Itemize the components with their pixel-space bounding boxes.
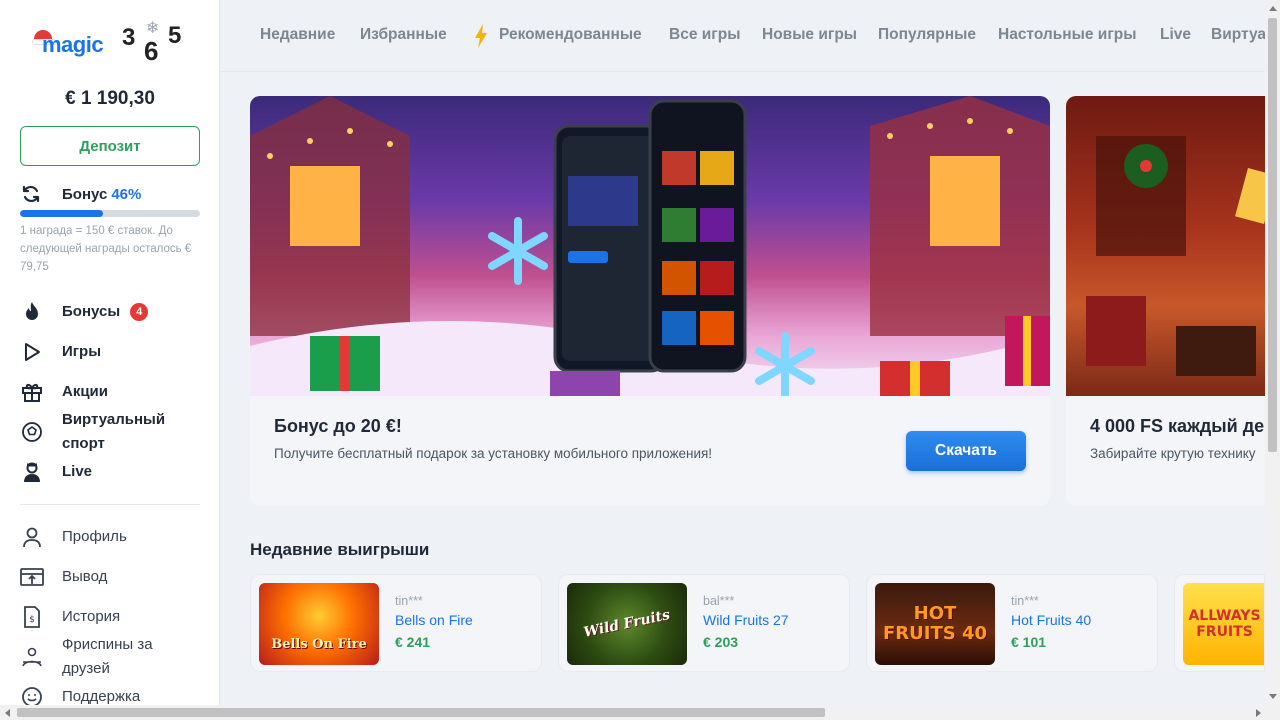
- game-thumbnail[interactable]: Bells On Fire: [259, 583, 379, 665]
- lightning-icon: [475, 24, 487, 48]
- sidebar-item-label: Фриспины за друзей: [62, 636, 153, 677]
- tab-recommended[interactable]: Рекомендованные: [499, 26, 642, 44]
- win-game-link[interactable]: Wild Fruits 27: [703, 612, 789, 628]
- scroll-left-arrow-icon[interactable]: [5, 709, 10, 717]
- sidebar-item-label: История: [62, 608, 121, 625]
- tab-virtual-sport[interactable]: Виртуальный спорт: [1211, 26, 1265, 44]
- tab-favorites[interactable]: Избранные: [360, 26, 447, 44]
- sidebar-item-profile[interactable]: Профиль: [20, 525, 200, 549]
- tab-live[interactable]: Live: [1160, 26, 1191, 44]
- banner-subtitle: Забирайте крутую технику: [1090, 446, 1256, 461]
- history-icon: $: [20, 605, 44, 629]
- promo-banner-app[interactable]: Бонус до 20 €! Получите бесплатный подар…: [250, 96, 1050, 506]
- game-thumbnail[interactable]: ALLWAYS FRUITS: [1183, 583, 1264, 665]
- sidebar-item-label: Live: [62, 463, 93, 480]
- tab-all-games[interactable]: Все игры: [669, 26, 740, 44]
- game-thumbnail-title: HOT FRUITS 40: [882, 603, 988, 644]
- sidebar-item-promotions[interactable]: Акции: [20, 380, 200, 404]
- vertical-scroll-thumb[interactable]: [1268, 18, 1277, 452]
- sidebar-item-games[interactable]: Игры: [20, 340, 200, 364]
- bonus-progress-header[interactable]: Бонус 46%: [20, 182, 200, 206]
- logo-word: magic: [42, 32, 104, 57]
- recent-win-card[interactable]: Bells On Fire tin*** Bells on Fire € 241: [250, 574, 542, 672]
- deposit-button[interactable]: Депозит: [20, 126, 200, 166]
- recent-win-card[interactable]: ALLWAYS FRUITS: [1174, 574, 1265, 672]
- scroll-down-arrow-icon[interactable]: [1269, 694, 1277, 699]
- sidebar-item-refer-friends[interactable]: Фриспины за друзей: [20, 633, 200, 681]
- recent-wins-title: Недавние выигрыши: [250, 540, 430, 559]
- game-thumbnail-title: Wild Fruits: [582, 607, 672, 641]
- tab-recent[interactable]: Недавние: [260, 26, 335, 44]
- banner-title: 4 000 FS каждый день: [1090, 416, 1265, 436]
- vertical-scrollbar[interactable]: [1265, 0, 1280, 705]
- sidebar: magic 3 6 5 ❄ € 1 190,30 Депозит Бонус 4…: [0, 0, 220, 720]
- game-thumbnail[interactable]: Wild Fruits: [567, 583, 687, 665]
- win-amount: € 101: [1011, 634, 1047, 650]
- sidebar-item-withdraw[interactable]: Вывод: [20, 565, 200, 589]
- tab-popular[interactable]: Популярные: [878, 26, 976, 44]
- sidebar-item-virtual-sport[interactable]: Виртуальный спорт: [20, 408, 200, 456]
- sidebar-item-label: Профиль: [62, 528, 127, 545]
- banner-title: Бонус до 20 €!: [274, 416, 402, 436]
- dealer-icon: [20, 460, 44, 484]
- banner-image: [1066, 96, 1265, 396]
- game-thumbnail[interactable]: HOT FRUITS 40: [875, 583, 995, 665]
- category-tabs: Недавние Избранные Рекомендованные Все и…: [220, 0, 1265, 72]
- tab-table-games[interactable]: Настольные игры: [998, 26, 1137, 44]
- win-username: bal***: [703, 594, 735, 608]
- win-username: tin***: [1011, 594, 1039, 608]
- refresh-icon: [20, 183, 42, 205]
- sidebar-item-label: Виртуальный спорт: [62, 411, 166, 452]
- banner-image: [250, 96, 1050, 396]
- bonus-count-badge: 4: [130, 303, 149, 321]
- sidebar-item-label: Игры: [62, 343, 102, 360]
- logo[interactable]: magic 3 6 5 ❄: [32, 20, 186, 68]
- win-game-link[interactable]: Bells on Fire: [395, 612, 473, 628]
- win-game-link[interactable]: Hot Fruits 40: [1011, 612, 1091, 628]
- sidebar-item-bonuses[interactable]: Бонусы 4: [20, 300, 200, 324]
- logo-digit-5: 5: [168, 22, 182, 49]
- sidebar-item-label: Вывод: [62, 568, 108, 585]
- promo-banner-freespins[interactable]: 4 000 FS каждый день Забирайте крутую те…: [1066, 96, 1265, 506]
- sidebar-item-live[interactable]: Live: [20, 460, 200, 484]
- sidebar-divider: [20, 504, 200, 505]
- banner-subtitle: Получите бесплатный подарок за установку…: [274, 446, 713, 461]
- recent-win-card[interactable]: HOT FRUITS 40 tin*** Hot Fruits 40 € 101: [866, 574, 1158, 672]
- tab-new-games[interactable]: Новые игры: [762, 26, 857, 44]
- horizontal-scroll-thumb[interactable]: [17, 708, 825, 717]
- win-username: tin***: [395, 594, 423, 608]
- withdraw-icon: [20, 565, 44, 589]
- sidebar-item-label: Бонусы: [62, 303, 121, 320]
- horizontal-scrollbar[interactable]: [0, 705, 1280, 720]
- snowflake-icon: ❄: [146, 20, 160, 37]
- bonus-percent: 46%: [111, 185, 142, 203]
- download-button[interactable]: Скачать: [906, 431, 1026, 471]
- win-amount: € 241: [395, 634, 431, 650]
- win-amount: € 203: [703, 634, 739, 650]
- logo-digit-6: 6: [144, 36, 159, 66]
- svg-text:$: $: [29, 615, 35, 625]
- bonus-note: 1 награда = 150 € ставок. До следующей н…: [20, 225, 192, 273]
- friends-icon: [20, 645, 44, 669]
- sidebar-item-label: Акции: [62, 383, 109, 400]
- bonus-title: Бонус: [62, 185, 108, 203]
- scroll-right-arrow-icon[interactable]: [1256, 709, 1261, 717]
- logo-digit-3: 3: [122, 24, 136, 51]
- scroll-up-arrow-icon[interactable]: [1269, 6, 1277, 11]
- gift-icon: [20, 380, 44, 404]
- game-thumbnail-title: Bells On Fire: [271, 636, 367, 652]
- play-icon: [20, 340, 44, 364]
- recent-win-card[interactable]: Wild Fruits bal*** Wild Fruits 27 € 203: [558, 574, 850, 672]
- sidebar-item-history[interactable]: $ История: [20, 605, 200, 629]
- user-icon: [20, 525, 44, 549]
- bonus-progress-bar: [20, 210, 200, 217]
- game-thumbnail-title: ALLWAYS FRUITS: [1188, 608, 1261, 640]
- bonus-progress-fill: [20, 210, 103, 217]
- football-icon: [20, 420, 44, 444]
- flame-icon: [20, 300, 44, 324]
- balance: € 1 190,30: [65, 88, 155, 109]
